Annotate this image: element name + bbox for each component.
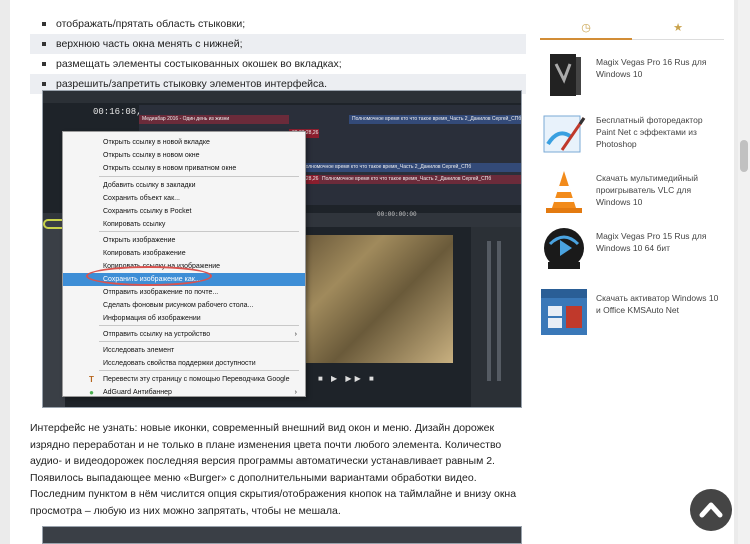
context-menu-item[interactable]: Исследовать элемент (63, 344, 305, 357)
chevron-right-icon: › (294, 389, 297, 396)
context-menu-item[interactable]: Копировать изображение (63, 247, 305, 260)
context-menu-item[interactable]: Информация об изображении (63, 312, 305, 325)
shield-icon: ● (89, 388, 94, 397)
post-title[interactable]: Скачать активатор Windows 10 и Office KM… (596, 292, 722, 316)
sidebar-post[interactable]: Скачать активатор Windows 10 и Office KM… (540, 288, 724, 336)
menu-separator (99, 370, 299, 371)
context-menu-item[interactable]: Сохранить объект как... (63, 192, 305, 205)
page: отображать/прятать область стыковки; вер… (10, 0, 734, 544)
sidebar-post[interactable]: Magix Vegas Pro 15 Rus для Windows 10 64… (540, 226, 724, 274)
context-menu-item[interactable]: Добавить ссылку в закладки (63, 179, 305, 192)
sidebar-tabs: ◷ ★ (540, 20, 724, 40)
app-toolbar (43, 91, 521, 103)
context-menu-item[interactable]: Открыть ссылку в новом окне (63, 149, 305, 162)
star-icon: ★ (673, 22, 683, 34)
context-menu-item[interactable]: Сохранить ссылку в Pocket (63, 205, 305, 218)
list-item: размещать элементы состыкованных окошек … (30, 54, 526, 74)
level-meter (487, 241, 491, 381)
sidebar-post[interactable]: Бесплатный фоторедактор Paint Net с эффе… (540, 110, 724, 158)
menu-item-label: Исследовать элемент (103, 347, 175, 354)
menu-separator (99, 325, 299, 326)
context-menu-item[interactable]: AdGuard Антибаннер ● › (63, 386, 305, 399)
menu-item-label: Сохранить ссылку в Pocket (103, 208, 192, 215)
highlight-circle (86, 266, 212, 286)
track-clip: Медиабар 2016 - Один день из жизни (139, 115, 289, 124)
post-title[interactable]: Magix Vegas Pro 15 Rus для Windows 10 64… (596, 230, 722, 254)
article: отображать/прятать область стыковки; вер… (30, 0, 526, 544)
chevron-right-icon: › (294, 331, 297, 338)
menu-separator (99, 176, 299, 177)
track-clip: Полномочное время кто что такое время_Ча… (349, 115, 521, 124)
list-item: отображать/прятать область стыковки; (30, 14, 526, 34)
menu-item-label: Сохранить объект как... (103, 195, 180, 202)
menu-item-label: Открыть ссылку в новом приватном окне (103, 165, 237, 172)
post-title[interactable]: Magix Vegas Pro 16 Rus для Windows 10 (596, 56, 722, 80)
playback-controls[interactable]: ■ ▶ ▶▶ ■ (318, 374, 377, 383)
context-menu-item[interactable]: Перевести эту страницу с помощью Перевод… (63, 373, 305, 386)
menu-item-label: Отправить ссылку на устройство (103, 331, 211, 338)
vegas-logo-icon (544, 228, 584, 269)
menu-item-label: Сделать фоновым рисунком рабочего стола.… (103, 302, 254, 309)
level-meter (497, 241, 501, 381)
article-paragraph: Интерфейс не узнать: новые иконки, совре… (30, 422, 517, 517)
post-title[interactable]: Скачать мультимедийный проигрыватель VLC… (596, 172, 722, 208)
context-menu-item[interactable]: Копировать ссылку (63, 218, 305, 231)
active-tab-indicator (540, 38, 632, 40)
context-menu-item[interactable]: Открыть ссылку в новой вкладке (63, 136, 305, 149)
menu-item-label: Информация об изображении (103, 315, 201, 322)
context-menu-item[interactable]: Сделать фоновым рисунком рабочего стола.… (63, 299, 305, 312)
track-clip: Полномочное время кто что такое время_Ча… (319, 175, 521, 184)
context-menu-item[interactable]: Открыть ссылку в новом приватном окне (63, 162, 305, 175)
tab-popular[interactable]: ★ (632, 20, 724, 40)
translate-icon: T (89, 375, 94, 384)
menu-item-label: Открыть ссылку в новой вкладке (103, 139, 210, 146)
scrollbar-thumb[interactable] (740, 140, 748, 172)
tab-recent[interactable]: ◷ (540, 20, 632, 40)
context-menu-item[interactable]: Отправить изображение по почте... (63, 286, 305, 299)
menu-item-label: Копировать изображение (103, 250, 186, 257)
small-timecode: 00:00:00:00 (377, 211, 417, 218)
feature-list: отображать/прятать область стыковки; вер… (30, 14, 526, 94)
mixer-pane (471, 227, 521, 407)
scroll-to-top-button[interactable] (690, 489, 732, 531)
menu-item-label: Отправить изображение по почте... (103, 289, 219, 296)
next-screenshot (42, 526, 522, 544)
list-item: верхнюю часть окна менять с нижней; (30, 34, 526, 54)
menu-item-label: Добавить ссылку в закладки (103, 182, 196, 189)
post-title[interactable]: Бесплатный фоторедактор Paint Net с эффе… (596, 114, 722, 150)
sidebar-post[interactable]: Magix Vegas Pro 16 Rus для Windows 10 (540, 52, 724, 100)
context-menu-item[interactable]: Открыть изображение (63, 234, 305, 247)
vegas-box-icon (550, 54, 581, 96)
paint-net-icon (543, 115, 586, 153)
sidebar: ◷ ★ Magix Vegas Pro 16 Rus для Windows 1… (540, 0, 724, 544)
menu-item-label: Открыть изображение (103, 237, 176, 244)
context-menu-item[interactable]: Отправить ссылку на устройство › (63, 328, 305, 341)
menu-item-label: Копировать ссылку (103, 221, 166, 228)
tab-divider (632, 39, 724, 40)
context-menu-item[interactable]: Исследовать свойства поддержки доступнос… (63, 357, 305, 370)
menu-item-label: Открыть ссылку в новом окне (103, 152, 200, 159)
menu-separator (99, 341, 299, 342)
context-menu[interactable]: Открыть ссылку в новой вкладке Открыть сс… (62, 131, 306, 397)
clock-icon: ◷ (581, 22, 591, 34)
activator-icon (541, 289, 587, 335)
chevron-up-icon (699, 502, 723, 518)
track-clip: Полномочное время кто что такое время_Ча… (299, 163, 521, 172)
scrollbar[interactable] (738, 0, 750, 544)
menu-separator (99, 231, 299, 232)
menu-item-label: Перевести эту страницу с помощью Перевод… (103, 376, 290, 383)
sidebar-post[interactable]: Скачать мультимедийный проигрыватель VLC… (540, 168, 724, 216)
menu-item-label: AdGuard Антибаннер (103, 389, 172, 396)
menu-item-label: Исследовать свойства поддержки доступнос… (103, 360, 256, 367)
vlc-cone-icon (546, 171, 582, 213)
